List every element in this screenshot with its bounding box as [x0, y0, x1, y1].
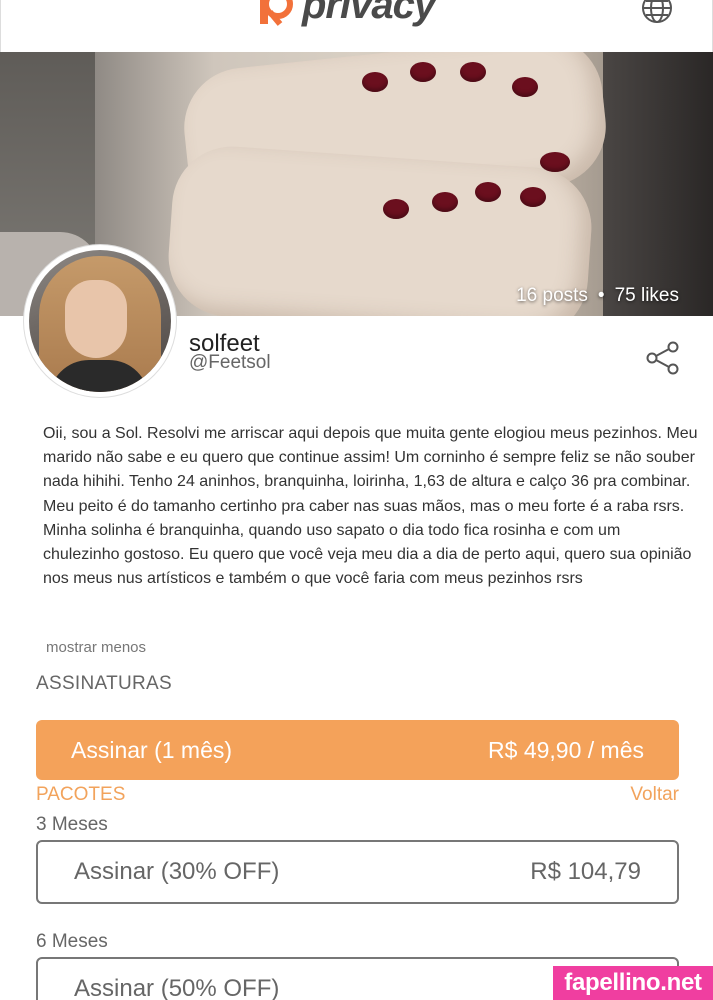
subscribe-monthly-button[interactable]: Assinar (1 mês) R$ 49,90 / mês	[36, 720, 679, 780]
posts-count: 16 posts	[516, 285, 588, 306]
stats-separator: •	[597, 285, 605, 306]
toenail	[540, 152, 570, 172]
likes-count: 75 likes	[614, 285, 679, 306]
toenail	[362, 72, 388, 92]
toenail	[512, 77, 538, 97]
cover-dark-area	[603, 52, 713, 316]
toenail	[383, 199, 409, 219]
toenail	[432, 192, 458, 212]
subscriptions-title: ASSINATURAS	[36, 673, 172, 694]
top-bar: privacy	[0, 0, 713, 52]
share-icon[interactable]	[645, 340, 681, 376]
watermark: fapellino.net	[553, 966, 713, 1000]
profile-stats: 16 posts • 75 likes	[516, 285, 679, 307]
profile-handle: @Feetsol	[189, 352, 271, 373]
privacy-logo[interactable]: privacy	[246, 0, 436, 28]
back-link[interactable]: Voltar	[630, 784, 679, 806]
toenail	[520, 187, 546, 207]
packages-title: PACOTES	[36, 784, 126, 805]
subscribe-monthly-label: Assinar (1 mês)	[71, 736, 233, 763]
logo-text: privacy	[302, 0, 436, 27]
privacy-logo-icon	[260, 0, 293, 26]
profile-bio: Oii, sou a Sol. Resolvi me arriscar aqui…	[43, 425, 698, 588]
subscribe-3-months-button[interactable]: Assinar (30% OFF) R$ 104,79	[36, 840, 679, 904]
package-period: 3 Meses	[36, 814, 108, 835]
avatar[interactable]	[24, 245, 176, 397]
avatar-photo	[29, 250, 171, 392]
toenail	[475, 182, 501, 202]
toenail	[410, 62, 436, 82]
package-label: Assinar (30% OFF)	[74, 858, 280, 885]
subscribe-monthly-price: R$ 49,90 / mês	[488, 736, 644, 763]
package-price: R$ 104,79	[530, 858, 641, 885]
show-less-link[interactable]: mostrar menos	[46, 639, 146, 656]
toenail	[460, 62, 486, 82]
globe-icon[interactable]	[641, 0, 673, 24]
package-label: Assinar (50% OFF)	[74, 975, 280, 1000]
package-period: 6 Meses	[36, 931, 108, 952]
avatar-face	[65, 280, 127, 358]
